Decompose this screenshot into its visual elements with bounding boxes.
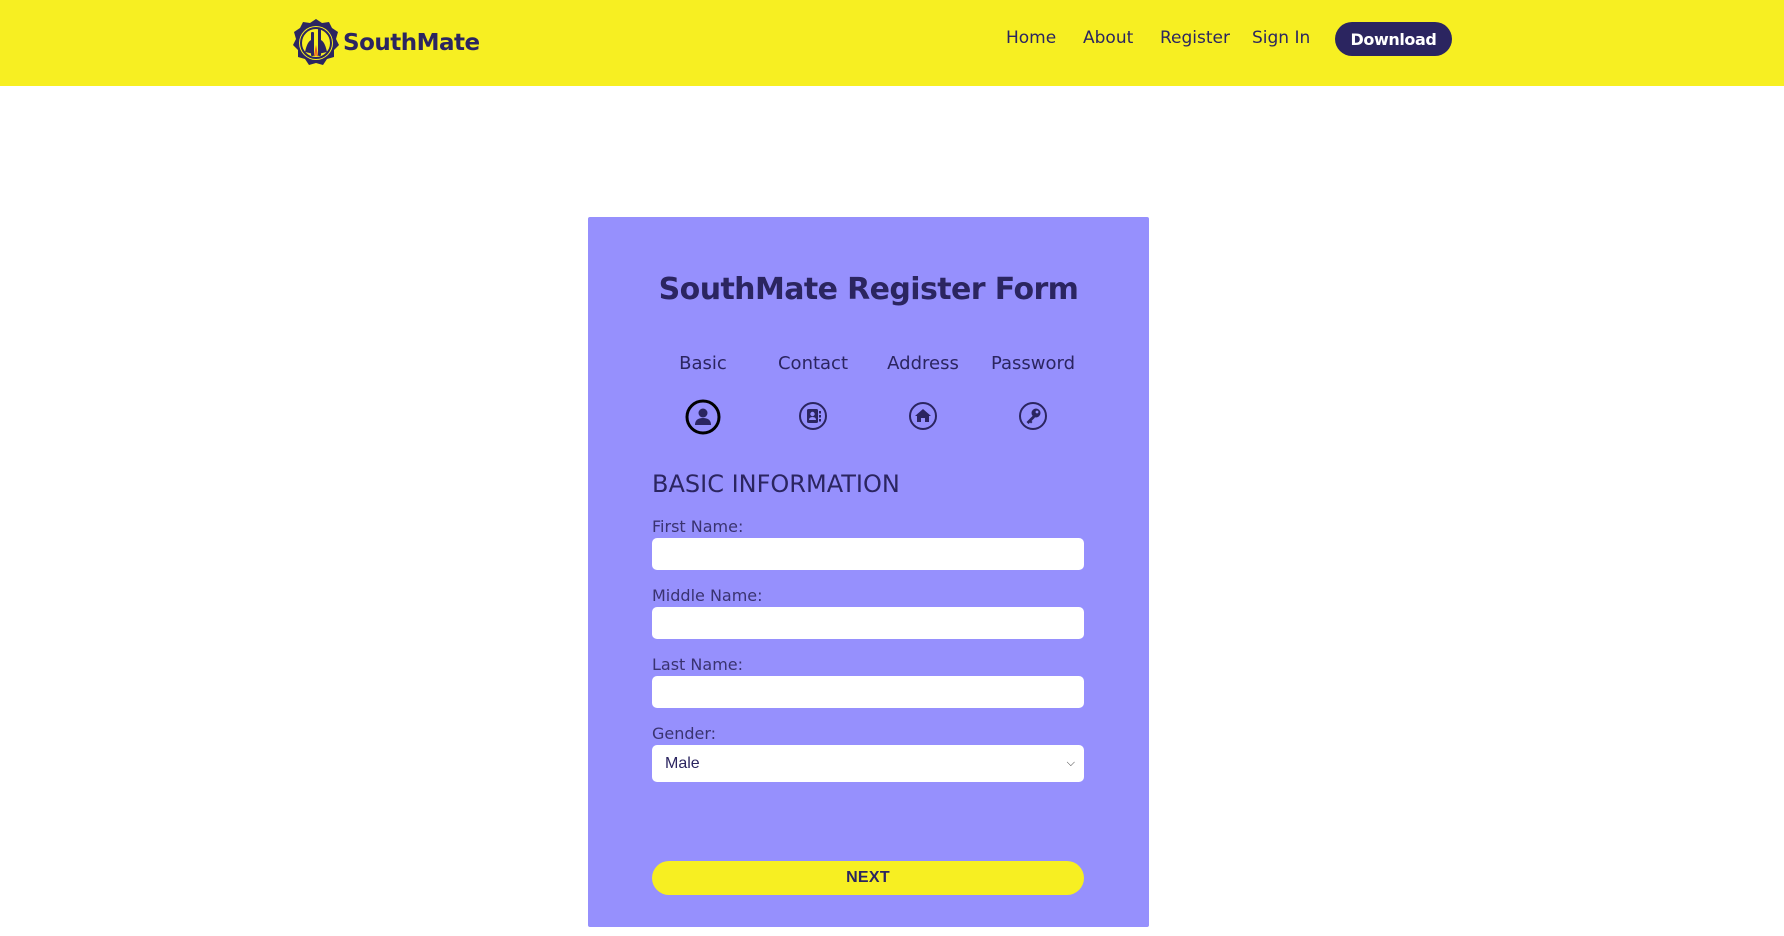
step-address-label: Address (887, 353, 959, 374)
last-name-label: Last Name: (652, 655, 744, 674)
contact-book-icon (799, 402, 827, 430)
gender-label: Gender: (652, 724, 717, 743)
step-address[interactable]: Address (868, 353, 978, 430)
key-icon (1019, 402, 1047, 430)
brand-logo-link[interactable]: SouthMate (291, 16, 480, 70)
next-button[interactable]: NEXT (652, 861, 1084, 895)
top-navbar: SouthMate Home About Register Sign In Do… (0, 0, 1784, 86)
southmate-logo-icon (293, 19, 339, 65)
section-title: BASIC INFORMATION (652, 470, 900, 498)
middle-name-label: Middle Name: (652, 586, 763, 605)
download-button[interactable]: Download (1335, 22, 1452, 56)
first-name-input[interactable] (652, 538, 1084, 570)
step-basic-label: Basic (679, 353, 727, 374)
step-password[interactable]: Password (978, 353, 1088, 430)
first-name-label: First Name: (652, 517, 744, 536)
nav-about-link[interactable]: About (1083, 28, 1133, 48)
gender-select[interactable]: Male ⌵ (652, 745, 1084, 782)
gender-select-value: Male (665, 754, 700, 772)
last-name-input[interactable] (652, 676, 1084, 708)
nav-register-link[interactable]: Register (1160, 28, 1230, 48)
step-password-label: Password (990, 353, 1076, 374)
chevron-down-icon: ⌵ (1066, 757, 1075, 769)
nav-home-link[interactable]: Home (1006, 28, 1056, 48)
user-icon (685, 399, 721, 435)
middle-name-input[interactable] (652, 607, 1084, 639)
step-contact[interactable]: Contact (758, 353, 868, 430)
brand-name: SouthMate (343, 30, 480, 56)
register-form-card: SouthMate Register Form Basic Contact Ad… (588, 217, 1149, 927)
nav-sign-in-link[interactable]: Sign In (1252, 28, 1310, 48)
form-title: SouthMate Register Form (658, 272, 1079, 307)
step-basic[interactable]: Basic (648, 353, 758, 435)
step-contact-label: Contact (777, 353, 849, 374)
home-icon (909, 402, 937, 430)
